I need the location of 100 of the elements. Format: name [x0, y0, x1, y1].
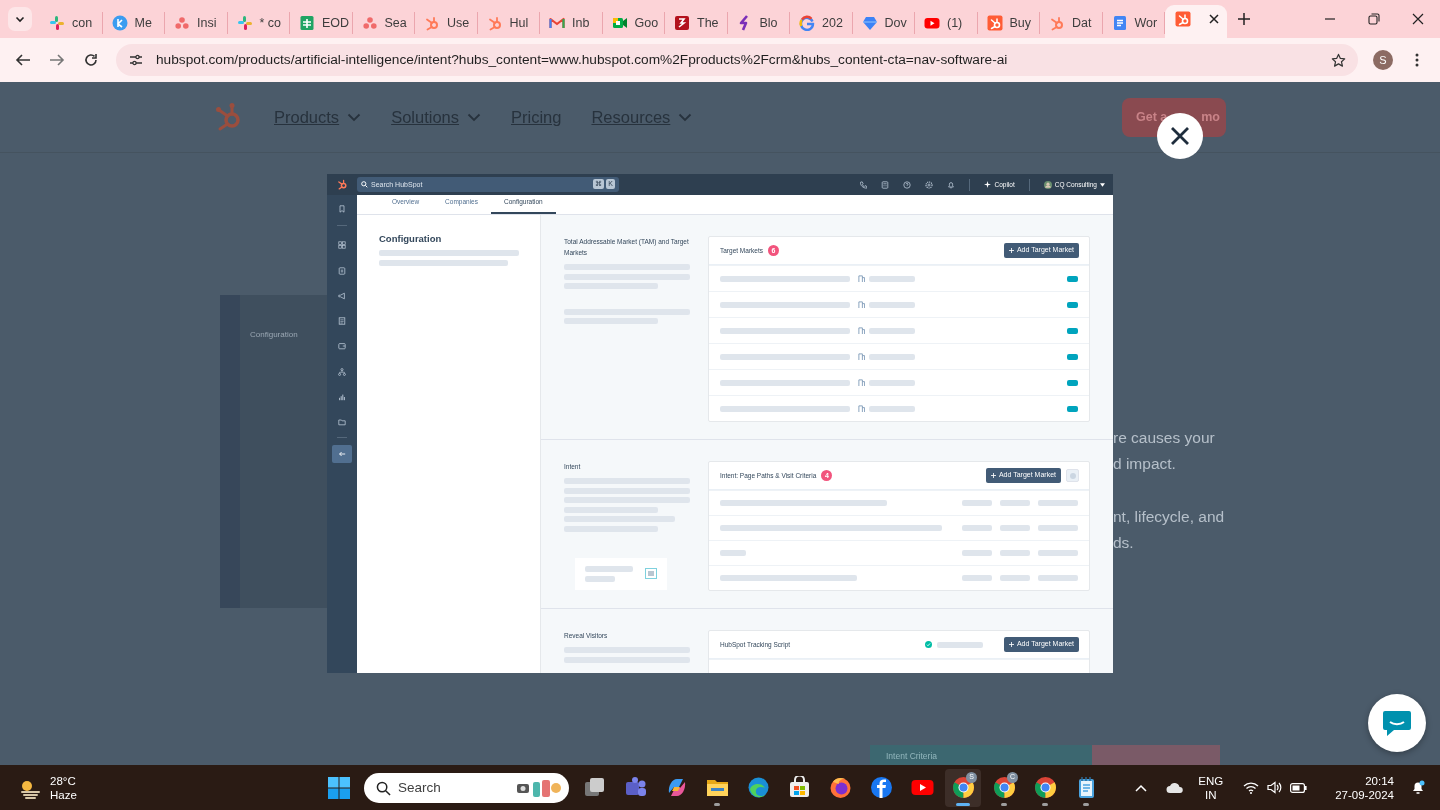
clock[interactable]: 20:14 27-09-2024	[1335, 773, 1394, 802]
mail-icon	[549, 15, 565, 31]
flame-globe-icon	[828, 776, 852, 799]
sliders-icon	[129, 53, 143, 67]
status-indicator	[1067, 353, 1078, 360]
bell-icon	[1411, 780, 1425, 795]
square-logo-icon	[674, 15, 690, 31]
skeleton-bar	[869, 275, 915, 282]
skeleton-bar	[869, 327, 915, 334]
tri-color-circle-icon	[992, 776, 1016, 799]
collapse-arrow-icon	[338, 449, 346, 458]
background-text: d impact.	[1113, 454, 1177, 474]
browser-tab[interactable]: Blo	[727, 12, 790, 34]
star-icon	[1330, 52, 1346, 68]
browser-tab[interactable]: EOD	[290, 12, 353, 34]
phone-icon	[859, 180, 868, 189]
sidebar-item[interactable]	[332, 444, 352, 463]
browser-tab[interactable]: Dat	[1040, 12, 1103, 34]
browser-tab[interactable]: * co	[227, 12, 290, 34]
skeleton-bar	[1038, 525, 1078, 531]
building-icon	[858, 275, 865, 282]
toolbar-button[interactable]	[947, 180, 956, 189]
forward-arrow-icon	[49, 52, 65, 68]
skeleton-bar	[720, 550, 746, 556]
browser-tab[interactable]: Insi	[165, 12, 228, 34]
browser-tab[interactable]: Sea	[352, 12, 415, 34]
plus-icon	[1008, 248, 1014, 253]
running-indicator	[714, 802, 720, 806]
close-icon[interactable]	[1209, 13, 1219, 24]
running-indicator	[956, 802, 970, 806]
tab-search-button[interactable]	[8, 7, 32, 31]
bar-chart-icon	[338, 393, 346, 402]
skeleton-bar	[869, 301, 915, 308]
close-icon	[1412, 13, 1424, 25]
skeleton-bar	[1000, 500, 1030, 506]
taskbar-search-field[interactable]: Search	[364, 772, 569, 803]
browser-tab[interactable]: (1)	[915, 12, 978, 34]
round-app-icon	[869, 776, 893, 799]
building-icon	[858, 301, 865, 308]
skeleton-bar	[585, 575, 615, 582]
panel-title: Configuration	[379, 232, 443, 246]
hierarchy-icon	[338, 367, 346, 376]
building-icon	[858, 379, 865, 386]
background-text: re causes your	[1113, 428, 1216, 448]
address-field[interactable]: hubspot.com/products/artificial-intelligence/intent?hubs_content=www.hubspot.com%2Fproducts%2Fcrm&hubs_content-cta=nav-software-ai	[116, 44, 1358, 76]
browser-tab[interactable]: The	[665, 12, 728, 34]
browser-tab[interactable]: Dov	[852, 12, 915, 34]
browser-tab[interactable]: 202	[790, 12, 853, 34]
plus-icon	[990, 473, 996, 478]
background-text: ds.	[1113, 533, 1135, 553]
windows-icon	[328, 776, 350, 799]
chevron-up-icon	[1135, 783, 1148, 792]
status-indicator	[1067, 405, 1078, 412]
browser-tab[interactable]: Buy	[977, 12, 1040, 34]
sprocket-logo-icon	[336, 179, 348, 190]
toolbar-button[interactable]	[925, 180, 934, 189]
language-indicator[interactable]: ENG IN	[1198, 773, 1224, 802]
play-icon	[924, 15, 940, 31]
toolbar-button[interactable]	[859, 180, 868, 189]
help-icon	[903, 180, 912, 189]
running-indicator	[1083, 802, 1089, 806]
status-indicator	[1067, 275, 1078, 282]
back-arrow-icon	[15, 52, 31, 68]
toolbar-button[interactable]	[903, 180, 912, 189]
building-icon	[858, 353, 865, 360]
plus-icon	[1008, 642, 1014, 647]
bookmark-icon	[338, 205, 346, 213]
skeleton-bar	[869, 353, 915, 360]
skeleton-bar	[1000, 575, 1030, 581]
sprocket-icon	[424, 15, 440, 31]
background-text: nt, lifecycle, and	[1113, 507, 1225, 527]
preview-title: Configuration	[250, 329, 298, 341]
browser-tab[interactable]: Wor	[1102, 12, 1165, 34]
plus-icon	[1238, 13, 1250, 25]
sprocket-icon	[1049, 15, 1065, 31]
browser-tab[interactable]: Use	[415, 12, 478, 34]
chat-bubble-icon	[1382, 709, 1412, 737]
browser-tab[interactable]: Hul	[477, 12, 540, 34]
wallet-icon	[338, 342, 346, 351]
contact-card-icon	[338, 266, 346, 275]
browser-tab[interactable]: Inb	[540, 12, 603, 34]
weather-text: Haze	[50, 787, 77, 802]
building-icon	[858, 327, 865, 334]
toolbar-button[interactable]	[881, 180, 890, 189]
wifi-icon	[1243, 781, 1260, 794]
skeleton-bar	[1038, 550, 1078, 556]
folder-icon	[338, 418, 346, 427]
browser-tab[interactable]: Me	[102, 12, 165, 34]
browser-tab[interactable]: con	[40, 12, 103, 34]
skeleton-bar	[869, 405, 915, 412]
grid-icon	[338, 241, 346, 250]
sprocket-icon	[486, 15, 503, 31]
skeleton-bar	[962, 525, 992, 531]
chat-button[interactable]	[1368, 694, 1426, 752]
profile-button[interactable]: S	[1373, 50, 1393, 70]
close-dialog[interactable]	[1157, 113, 1203, 159]
temperature-text: 28°C	[50, 773, 77, 788]
dot-icon	[1069, 472, 1076, 479]
browser-tab[interactable]: Goo	[602, 12, 665, 34]
status-indicator	[1067, 301, 1078, 308]
